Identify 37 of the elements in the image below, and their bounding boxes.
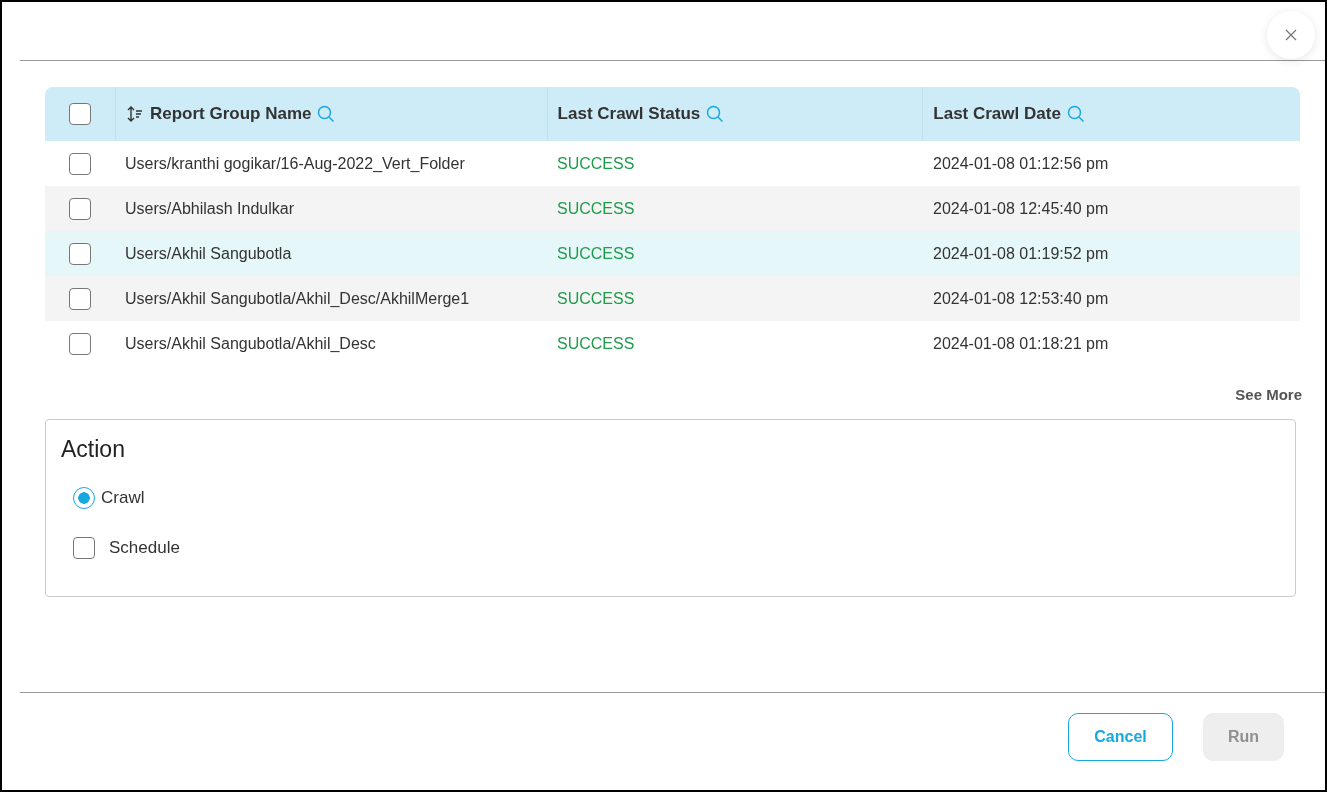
row-checkbox[interactable]	[69, 287, 91, 310]
row-checkbox[interactable]	[69, 197, 91, 220]
select-all-checkbox[interactable]	[68, 103, 91, 125]
table-cell: 2024-01-08 12:45:40 pm	[933, 199, 1109, 217]
table-row[interactable]: Users/kranthi gogikar/16-Aug-2022_Vert_Folder SUCCESS 2024-01-08 01:12:56 pm	[45, 141, 1300, 186]
row-checkbox[interactable]	[69, 332, 91, 355]
table-row[interactable]: Users/Akhil Sangubotla/Akhil_Desc/AkhilMerge1 SUCCESS 2024-01-08 12:53:40 pm	[45, 276, 1300, 321]
table-row[interactable]: Users/Akhil Sangubotla SUCCESS 2024-01-08 01:19:52 pm	[45, 231, 1300, 276]
column-header: Last Crawl Date	[933, 104, 1061, 124]
table-row[interactable]: Users/Abhilash Indulkar SUCCESS 2024-01-08 12:45:40 pm	[45, 186, 1300, 231]
table-cell: Users/Abhilash Indulkar	[125, 199, 294, 217]
table-cell: 2024-01-08 01:18:21 pm	[933, 334, 1109, 352]
table-cell: Users/Akhil Sangubotla/Akhil_Desc/AkhilMerge1	[125, 289, 470, 307]
status-text: SUCCESS	[557, 289, 635, 307]
table-cell: Users/Akhil Sangubotla/Akhil_Desc	[125, 334, 376, 352]
table-cell: 2024-01-08 01:19:52 pm	[933, 244, 1109, 262]
close-icon	[1285, 29, 1297, 41]
table-cell: 2024-01-08 12:53:40 pm	[933, 289, 1109, 307]
table-cell: Users/kranthi gogikar/16-Aug-2022_Vert_Folder	[125, 154, 465, 172]
sort-icon[interactable]	[125, 105, 144, 123]
crawl-radio[interactable]	[73, 487, 95, 509]
see-more-link[interactable]: See More	[1235, 386, 1302, 403]
status-text: SUCCESS	[557, 244, 635, 262]
table-row[interactable]: Users/Akhil Sangubotla/Akhil_Desc SUCCESS 2024-01-08 01:18:21 pm	[45, 321, 1300, 366]
panel-title: Action	[61, 436, 126, 463]
option-label: Schedule	[109, 538, 180, 558]
table-cell: 2024-01-08 01:12:56 pm	[933, 154, 1109, 172]
option-label: Crawl	[101, 488, 145, 508]
column-header: Last Crawl Status	[557, 104, 701, 124]
row-checkbox[interactable]	[69, 152, 91, 175]
option-checkbox[interactable]	[73, 537, 95, 559]
status-text: SUCCESS	[557, 334, 635, 352]
table-cell: Users/Akhil Sangubotla	[125, 244, 292, 262]
status-text: SUCCESS	[557, 199, 635, 217]
status-text: SUCCESS	[557, 154, 635, 172]
column-header: Report Group Name	[149, 104, 312, 124]
row-checkbox[interactable]	[69, 242, 91, 265]
